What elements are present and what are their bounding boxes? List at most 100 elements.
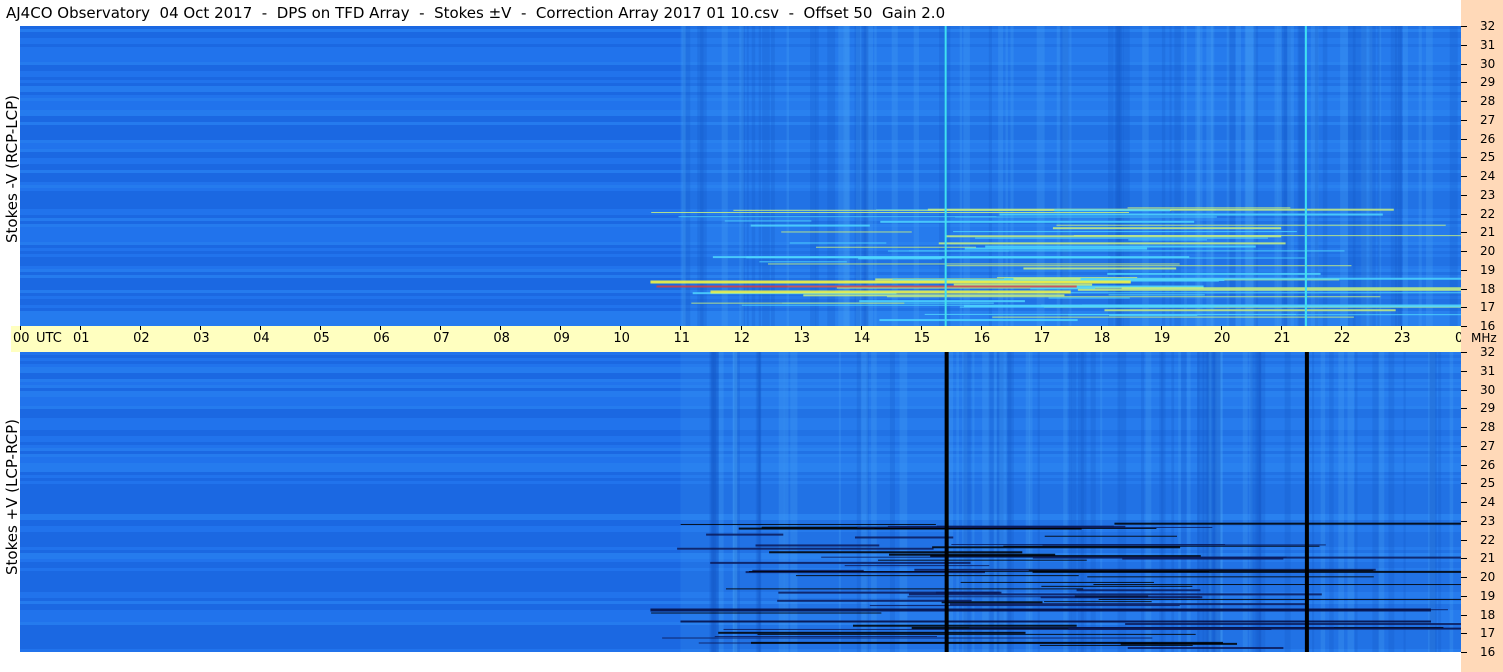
vertical-stripe	[1068, 352, 1072, 652]
vertical-stripe	[1228, 26, 1236, 326]
vertical-stripe	[1197, 352, 1205, 652]
bottom-panel-ylabel: Stokes +V (LCP-RCP)	[3, 419, 21, 575]
vertical-stripe	[1388, 352, 1395, 652]
vertical-stripe	[1372, 352, 1380, 652]
vertical-stripe	[1159, 352, 1164, 652]
freq-tick-label: 27	[1480, 112, 1496, 127]
vertical-stripe	[1254, 26, 1259, 326]
burst-line	[748, 571, 1209, 573]
burst-line	[932, 546, 1181, 549]
time-tick	[1160, 326, 1162, 330]
freq-tick-label: 32	[1480, 345, 1496, 359]
burst-line	[985, 245, 1256, 248]
burst-line	[725, 588, 1084, 590]
vertical-stripe	[1245, 26, 1253, 326]
time-tick-label: 14	[853, 331, 871, 346]
burst-line	[1040, 596, 1203, 599]
burst-line	[999, 213, 1383, 216]
vertical-stripe	[1119, 352, 1127, 652]
vertical-stripe	[1426, 26, 1433, 326]
freq-tick	[1461, 352, 1467, 353]
freq-tick-label: 29	[1480, 401, 1496, 416]
burst-line	[1127, 646, 1284, 649]
freq-tick-label: 22	[1480, 532, 1496, 547]
burst-line	[880, 220, 1195, 223]
burst-line	[992, 316, 1354, 318]
burst-line	[1128, 239, 1208, 241]
burst-line	[1013, 277, 1081, 280]
vertical-stripe	[972, 352, 975, 652]
burst-line	[677, 547, 934, 550]
freq-tick-label: 29	[1480, 75, 1496, 90]
vertical-stripe	[1080, 352, 1087, 652]
burst-line	[781, 231, 912, 233]
vertical-stripe	[988, 352, 995, 652]
burst-line	[964, 305, 1461, 308]
vertical-stripe	[783, 352, 789, 652]
vertical-stripe	[1314, 26, 1319, 326]
freq-tick-label: 26	[1480, 457, 1496, 472]
burst-band	[710, 290, 1071, 294]
vertical-stripe	[1100, 352, 1103, 652]
burst-line	[964, 247, 1148, 250]
marker-line	[1304, 26, 1307, 326]
freq-tick-label: 18	[1480, 281, 1496, 296]
burst-line	[1023, 267, 1177, 270]
freq-tick-label: 20	[1480, 244, 1496, 258]
burst-line	[691, 302, 905, 304]
freq-tick	[1461, 101, 1467, 102]
time-tick-label: 23	[1393, 331, 1411, 346]
burst-line	[803, 294, 1065, 297]
time-tick	[1340, 326, 1342, 330]
burst-line	[945, 235, 1282, 238]
burst-line	[859, 300, 1025, 303]
freq-tick	[1461, 502, 1467, 503]
vertical-stripe	[982, 352, 990, 652]
vertical-stripe	[1322, 26, 1328, 326]
burst-line	[844, 565, 990, 567]
vertical-stripe	[871, 352, 877, 652]
burst-line	[1039, 644, 1193, 646]
time-tick-label: 02	[133, 331, 150, 346]
vertical-stripe	[1312, 352, 1315, 652]
vertical-stripe	[1025, 352, 1030, 652]
burst-line	[854, 536, 954, 539]
vertical-stripe	[1449, 352, 1454, 652]
time-tick	[380, 326, 382, 330]
burst-line	[1107, 272, 1321, 275]
burst-line	[769, 551, 1023, 554]
freq-tick-label: 26	[1480, 131, 1496, 146]
chart-title: AJ4CO Observatory 04 Oct 2017 - DPS on T…	[6, 4, 946, 22]
freq-tick	[1461, 307, 1467, 309]
freq-tick	[1461, 370, 1467, 372]
time-tick	[680, 326, 682, 330]
burst-line	[1125, 623, 1461, 626]
burst-band	[650, 280, 1131, 284]
time-tick	[140, 326, 142, 330]
burst-line	[680, 523, 936, 525]
burst-line	[1120, 642, 1238, 645]
burst-line	[936, 525, 1114, 528]
burst-line	[953, 283, 1093, 286]
freq-tick	[1461, 194, 1467, 196]
freq-tick-label: 30	[1480, 56, 1496, 71]
freq-tick	[1461, 82, 1467, 84]
freq-tick-label: 30	[1480, 382, 1496, 397]
marker-line	[944, 26, 947, 326]
burst-line	[1041, 585, 1193, 587]
burst-line	[1077, 288, 1461, 291]
vertical-stripe	[1181, 352, 1187, 652]
freq-tick	[1461, 408, 1467, 410]
freq-tick	[1461, 483, 1467, 485]
vertical-stripe	[993, 352, 997, 652]
freq-tick-label: 27	[1480, 438, 1496, 453]
burst-line	[662, 637, 1153, 639]
vertical-stripe	[963, 352, 971, 652]
burst-line	[777, 599, 972, 602]
burst-line	[878, 559, 1087, 561]
burst-band	[650, 608, 1431, 612]
time-tick	[1220, 326, 1222, 330]
freq-tick-label: 19	[1480, 588, 1496, 603]
vertical-stripe	[1369, 26, 1376, 326]
vertical-stripe	[1449, 26, 1458, 326]
